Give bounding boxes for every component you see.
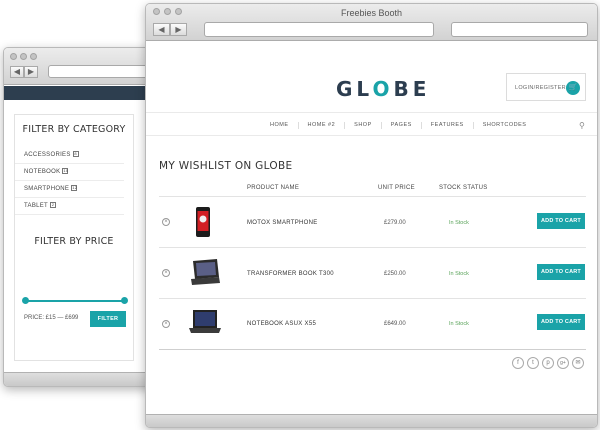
column-header-product: PRODUCT NAME bbox=[247, 185, 300, 191]
nav-shortcodes[interactable]: SHORTCODES bbox=[474, 122, 536, 129]
remove-icon[interactable]: × bbox=[162, 218, 170, 226]
pinterest-icon[interactable]: p bbox=[542, 357, 554, 369]
forward-button[interactable]: ▶ bbox=[24, 66, 38, 78]
search-icon[interactable]: ⚲ bbox=[579, 121, 585, 130]
category-item[interactable]: SMARTPHONE 12 bbox=[15, 181, 124, 198]
category-item[interactable]: NOTEBOOK 10 bbox=[15, 164, 124, 181]
price-range-label: PRICE: £15 — £699 bbox=[24, 315, 79, 321]
product-price: £649.00 bbox=[384, 321, 406, 327]
filter-category-title: FILTER BY CATEGORY bbox=[22, 124, 126, 135]
price-slider-min-handle[interactable] bbox=[22, 297, 29, 304]
category-item[interactable]: TABLET 2 bbox=[15, 198, 124, 215]
back-button[interactable]: ◀ bbox=[10, 66, 24, 78]
nav-shop[interactable]: SHOP bbox=[345, 121, 382, 129]
price-slider[interactable] bbox=[22, 297, 128, 304]
add-to-cart-button[interactable]: ADD TO CART bbox=[537, 213, 585, 229]
add-to-cart-button[interactable]: ADD TO CART bbox=[537, 264, 585, 280]
filter-panel: FILTER BY CATEGORY ACCESSORIES 8 NOTEBOOK… bbox=[14, 114, 134, 361]
front-window-statusbar bbox=[146, 414, 597, 427]
search-bar[interactable] bbox=[451, 22, 588, 37]
column-header-price: UNIT PRICE bbox=[378, 185, 415, 191]
table-divider bbox=[159, 298, 586, 299]
product-name[interactable]: MOTOX SMARTPHONE bbox=[247, 220, 318, 226]
filter-price-title: FILTER BY PRICE bbox=[34, 236, 114, 247]
nav-home-2[interactable]: HOME #2 bbox=[299, 121, 346, 129]
email-icon[interactable]: ✉ bbox=[572, 357, 584, 369]
nav-pages[interactable]: PAGES bbox=[382, 121, 422, 129]
add-to-cart-button[interactable]: ADD TO CART bbox=[537, 314, 585, 330]
phone-icon bbox=[196, 207, 210, 237]
table-divider bbox=[159, 247, 586, 248]
site-logo[interactable]: GLOBE bbox=[336, 77, 430, 101]
main-nav: HOME HOME #2 SHOP PAGES FEATURES SHORTCO… bbox=[146, 112, 597, 136]
twitter-icon[interactable]: t bbox=[527, 357, 539, 369]
nav-features[interactable]: FEATURES bbox=[422, 121, 474, 129]
product-price: £279.00 bbox=[384, 220, 406, 226]
login-register-link[interactable]: LOGIN/REGISTER 🛒 bbox=[506, 73, 586, 101]
price-slider-max-handle[interactable] bbox=[121, 297, 128, 304]
product-name[interactable]: TRANSFORMER BOOK T300 bbox=[247, 271, 334, 277]
filter-button[interactable]: FILTER bbox=[90, 311, 126, 327]
login-label: LOGIN/REGISTER bbox=[515, 85, 566, 91]
close-window-icon[interactable] bbox=[10, 53, 17, 60]
column-header-stock: STOCK STATUS bbox=[439, 185, 488, 191]
table-divider bbox=[159, 196, 586, 197]
facebook-icon[interactable]: f bbox=[512, 357, 524, 369]
stock-status: In Stock bbox=[449, 271, 469, 277]
zoom-window-icon[interactable] bbox=[30, 53, 37, 60]
googleplus-icon[interactable]: g+ bbox=[557, 357, 569, 369]
tablet-icon bbox=[191, 259, 220, 285]
cart-icon[interactable]: 🛒 bbox=[566, 81, 580, 95]
table-divider bbox=[159, 349, 586, 350]
back-button[interactable]: ◀ bbox=[153, 23, 170, 36]
laptop-icon bbox=[189, 310, 221, 333]
page-title: MY WISHLIST ON GLOBE bbox=[159, 160, 293, 172]
wishlist-window: Freebies Booth ◀ ▶ GLOBE LOGIN/REGISTER … bbox=[145, 3, 598, 428]
category-list: ACCESSORIES 8 NOTEBOOK 10 SMARTPHONE 12 TAB… bbox=[15, 147, 133, 215]
front-window-titlebar: Freebies Booth ◀ ▶ bbox=[146, 4, 597, 41]
stock-status: In Stock bbox=[449, 220, 469, 226]
url-bar[interactable] bbox=[204, 22, 434, 37]
stock-status: In Stock bbox=[449, 321, 469, 327]
window-title: Freebies Booth bbox=[340, 8, 403, 18]
forward-button[interactable]: ▶ bbox=[170, 23, 187, 36]
nav-home[interactable]: HOME bbox=[261, 121, 299, 129]
remove-icon[interactable]: × bbox=[162, 320, 170, 328]
remove-icon[interactable]: × bbox=[162, 269, 170, 277]
product-price: £250.00 bbox=[384, 271, 406, 277]
minimize-window-icon[interactable] bbox=[20, 53, 27, 60]
product-name[interactable]: NOTEBOOK ASUX X55 bbox=[247, 321, 316, 327]
category-item[interactable]: ACCESSORIES 8 bbox=[15, 147, 124, 164]
